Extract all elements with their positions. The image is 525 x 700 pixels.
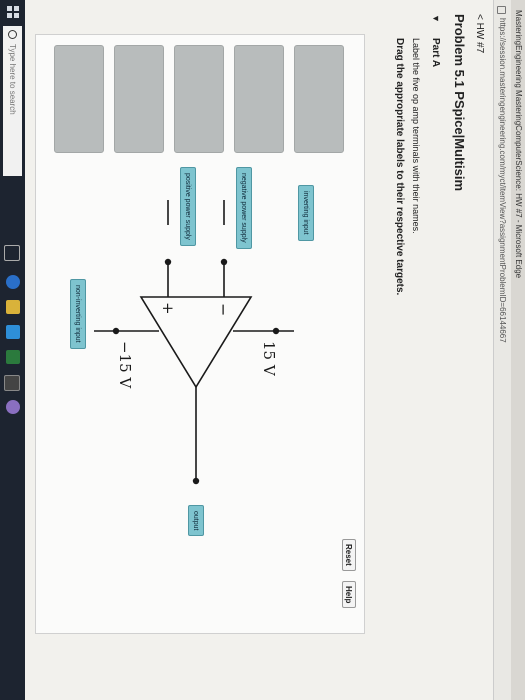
terminal-dot	[192, 477, 200, 485]
excel-icon[interactable]	[6, 350, 20, 364]
file-explorer-icon[interactable]	[6, 300, 20, 314]
negative-supply-voltage: −15 V	[116, 341, 134, 389]
address-bar[interactable]: https://session.masteringengineering.com…	[493, 0, 511, 700]
collapse-part-toggle-icon[interactable]: ▼	[431, 14, 441, 23]
op-amp-triangle	[139, 296, 253, 389]
part-label: Part A	[430, 38, 441, 68]
url-text: https://session.masteringengineering.com…	[498, 18, 507, 343]
back-to-hw-link[interactable]: < HW #7	[474, 14, 485, 53]
search-icon	[8, 30, 17, 39]
media-icon[interactable]	[6, 400, 20, 414]
label-chip[interactable]: non-inverting input	[70, 279, 86, 349]
store-icon[interactable]	[6, 325, 20, 339]
minus-sign: −	[214, 303, 233, 316]
task-view-icon[interactable]	[4, 245, 20, 261]
terminal-dot	[220, 258, 228, 266]
taskbar-search-input[interactable]: Type here to search	[3, 26, 22, 176]
drag-drop-area: Reset Help − + 15 V −15 V inverting inpu…	[35, 34, 365, 634]
label-chip[interactable]: inverting input	[298, 185, 314, 241]
app-icon[interactable]	[4, 375, 20, 391]
lock-icon	[497, 6, 506, 14]
label-chip[interactable]: output	[188, 505, 204, 537]
taskbar: Type here to search	[0, 0, 25, 700]
start-icon[interactable]	[7, 6, 19, 18]
label-chip[interactable]: positive power supply	[180, 167, 196, 246]
positive-supply-voltage: 15 V	[260, 341, 278, 377]
label-chip[interactable]: negative power supply	[236, 167, 252, 249]
window-title: MasteringEngineering MasteringComputerSc…	[511, 0, 525, 700]
screen: MasteringEngineering MasteringComputerSc…	[0, 0, 525, 700]
edge-icon[interactable]	[6, 275, 20, 289]
plus-sign: +	[159, 302, 177, 315]
terminal-dot	[112, 327, 120, 335]
instruction-bold-text: Drag the appropriate labels to their res…	[394, 38, 405, 296]
instruction-text: Label the five op amp terminals with the…	[411, 38, 421, 234]
terminal-dot	[164, 258, 172, 266]
terminal-dot	[272, 327, 280, 335]
problem-title: Problem 5.1 PSpice|Multisim	[452, 14, 467, 192]
